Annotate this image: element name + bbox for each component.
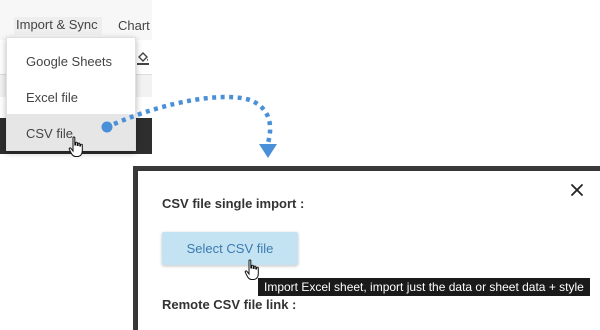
hand-pointer-icon [244, 259, 259, 280]
import-sync-dropdown: Google Sheets Excel file CSV file [6, 37, 136, 151]
tooltip: Import Excel sheet, import just the data… [258, 278, 590, 296]
dropdown-item-excel-file[interactable]: Excel file [7, 78, 135, 114]
select-csv-file-button[interactable]: Select CSV file [162, 232, 298, 265]
menu-chart[interactable]: Chart [118, 18, 150, 33]
dropdown-item-label: CSV file [26, 126, 73, 141]
dropdown-item-google-sheets[interactable]: Google Sheets [7, 42, 135, 78]
remote-csv-link-label: Remote CSV file link : [162, 297, 297, 312]
hand-pointer-icon [68, 136, 83, 157]
close-icon[interactable] [568, 181, 586, 199]
menu-import-sync[interactable]: Import & Sync [14, 17, 102, 35]
dropdown-item-label: Excel file [26, 90, 79, 105]
fill-color-icon[interactable] [136, 50, 150, 66]
dropdown-item-label: Google Sheets [26, 54, 113, 69]
dialog-title: CSV file single import : [162, 196, 305, 211]
